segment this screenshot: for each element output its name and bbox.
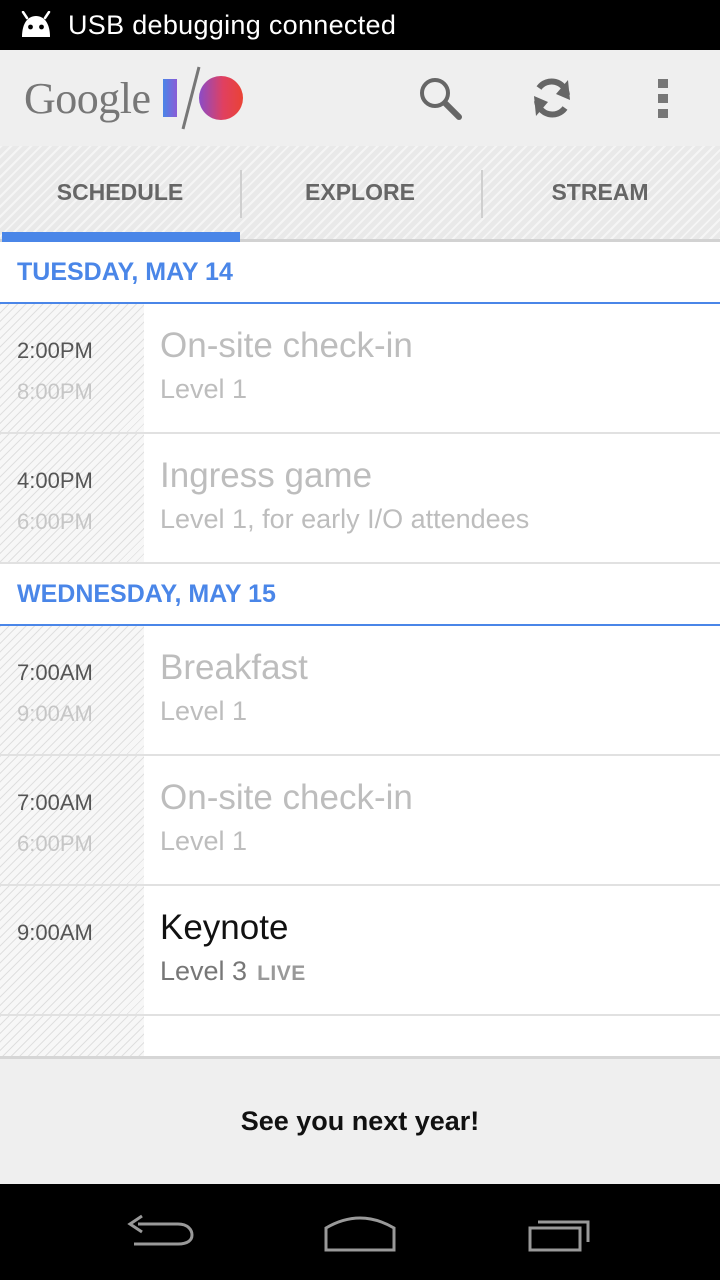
tab-explore[interactable]: EXPLORE <box>240 146 480 239</box>
session-location: Level 1 <box>160 374 248 404</box>
time-column: 2:00PM 8:00PM <box>0 304 144 432</box>
tab-schedule[interactable]: SCHEDULE <box>0 146 240 239</box>
start-time: 7:00AM <box>17 790 93 815</box>
session-location-line: Level 3 LIVE <box>160 956 306 987</box>
day-header: WEDNESDAY, MAY 15 <box>0 564 720 626</box>
session-location: Level 1 <box>160 696 248 726</box>
footer-banner: See you next year! <box>0 1056 720 1184</box>
time-column: 9:00AM <box>0 886 144 1014</box>
time-column: 7:00AM 6:00PM <box>0 756 144 884</box>
logo-google-text: Google <box>24 73 151 123</box>
session-title: Keynote <box>160 908 289 947</box>
start-time: 4:00PM <box>17 468 93 493</box>
time-column: 7:00AM 9:00AM <box>0 626 144 754</box>
start-time: 7:00AM <box>17 660 93 685</box>
time-column <box>0 1016 144 1058</box>
list-item[interactable]: 7:00AM 9:00AM Breakfast Level 1 <box>0 626 720 756</box>
schedule-list[interactable]: TUESDAY, MAY 14 2:00PM 8:00PM On-site ch… <box>0 242 720 1058</box>
time-column: 4:00PM 6:00PM <box>0 434 144 562</box>
session-title: On-site check-in <box>160 326 413 365</box>
overflow-menu-icon[interactable] <box>640 74 688 122</box>
tab-stream[interactable]: STREAM <box>480 146 720 239</box>
list-item[interactable]: 9:00AM Keynote Level 3 LIVE <box>0 886 720 1016</box>
navigation-bar <box>0 1184 720 1280</box>
refresh-icon[interactable] <box>528 74 576 122</box>
end-time: 6:00PM <box>17 831 93 856</box>
back-icon[interactable] <box>120 1202 200 1262</box>
action-bar: Google <box>0 50 720 146</box>
session-location: Level 1, for early I/O attendees <box>160 504 530 534</box>
day-header: TUESDAY, MAY 14 <box>0 242 720 304</box>
start-time: 9:00AM <box>17 920 93 945</box>
live-badge: LIVE <box>257 962 306 985</box>
android-debug-icon <box>21 11 51 37</box>
home-icon[interactable] <box>320 1202 400 1262</box>
start-time: 2:00PM <box>17 338 93 363</box>
recents-icon[interactable] <box>520 1202 600 1262</box>
status-bar: USB debugging connected <box>0 0 720 50</box>
end-time: 8:00PM <box>17 379 93 404</box>
session-location: Level 1 <box>160 826 248 856</box>
end-time: 6:00PM <box>17 509 93 534</box>
status-bar-text: USB debugging connected <box>68 9 397 40</box>
list-item-partial[interactable] <box>0 1016 720 1058</box>
session-title: On-site check-in <box>160 778 413 817</box>
io-logo-icon <box>162 66 243 130</box>
session-title: Ingress game <box>160 456 373 495</box>
list-item[interactable]: 2:00PM 8:00PM On-site check-in Level 1 <box>0 304 720 434</box>
end-time: 9:00AM <box>17 701 93 726</box>
app-logo: Google <box>24 65 247 131</box>
tab-bar: SCHEDULE EXPLORE STREAM <box>0 146 720 242</box>
selected-tab-indicator <box>2 232 240 242</box>
session-location: Level 3 <box>160 956 248 986</box>
search-icon[interactable] <box>416 74 464 122</box>
list-item[interactable]: 4:00PM 6:00PM Ingress game Level 1, for … <box>0 434 720 564</box>
session-title: Breakfast <box>160 648 308 687</box>
list-item[interactable]: 7:00AM 6:00PM On-site check-in Level 1 <box>0 756 720 886</box>
